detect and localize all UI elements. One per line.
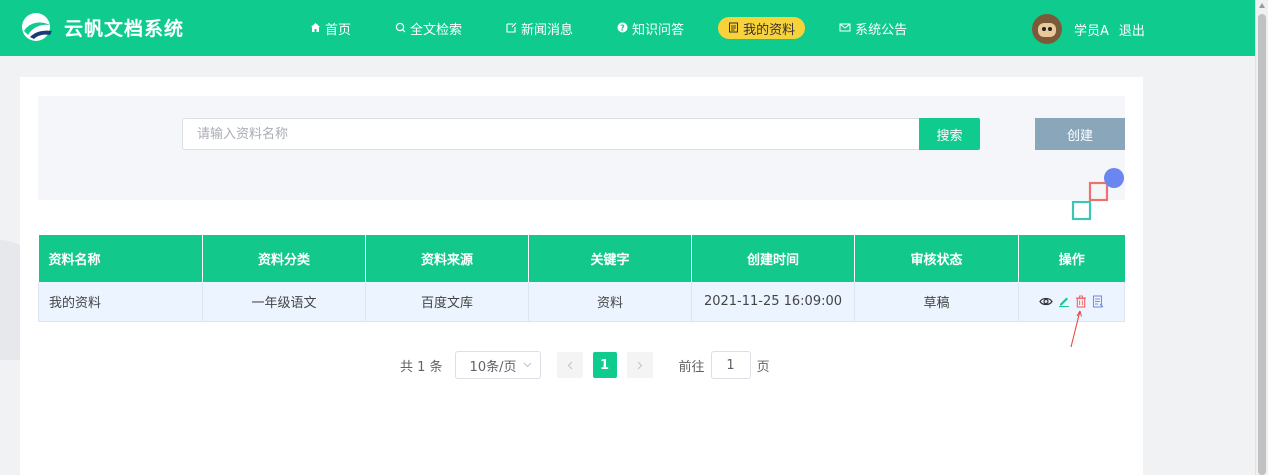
table-row: 我的资料 一年级语文 百度文库 资料 2021-11-25 16:09:00 草…	[38, 282, 1125, 322]
logo: 云帆文档系统	[20, 11, 184, 43]
prev-page-button[interactable]	[556, 352, 583, 378]
col-source-header: 资料来源	[365, 235, 529, 282]
cell-created: 2021-11-25 16:09:00	[691, 282, 855, 322]
edit-icon[interactable]	[1058, 295, 1070, 308]
search-input[interactable]	[182, 118, 920, 150]
col-keyword-header: 关键字	[528, 235, 692, 282]
materials-table: 资料名称 资料分类 资料来源 关键字 创建时间 审核状态 操作 我的资料 一年级…	[38, 235, 1125, 322]
col-created-header: 创建时间	[691, 235, 855, 282]
nav-news-label: 新闻消息	[521, 22, 574, 38]
cell-category: 一年级语文	[202, 282, 366, 322]
pagination-total: 共 1 条	[400, 359, 443, 375]
news-icon	[506, 22, 517, 35]
document-icon	[728, 22, 739, 35]
question-icon: ?	[617, 22, 628, 35]
nav-search-label: 全文检索	[410, 22, 463, 38]
nav-announcement[interactable]: 系统公告	[829, 17, 917, 39]
logout-link[interactable]: 退出	[1119, 20, 1145, 39]
detail-icon[interactable]	[1092, 295, 1104, 308]
nav-home[interactable]: 首页	[300, 17, 361, 39]
avatar[interactable]	[1032, 14, 1062, 44]
nav-news[interactable]: 新闻消息	[496, 17, 583, 39]
scroll-up-arrow-icon[interactable]	[1259, 3, 1265, 8]
col-category-header: 资料分类	[202, 235, 366, 282]
mail-icon	[839, 22, 851, 35]
nav-my-materials-label: 我的资料	[743, 22, 796, 38]
decorative-squares-icon	[1071, 168, 1124, 221]
search-panel: 搜索 创建	[38, 96, 1125, 200]
pagination: 共 1 条 10条/页 1 前往 页	[400, 351, 770, 379]
col-actions-header: 操作	[1018, 235, 1125, 282]
goto-label: 前往	[678, 359, 705, 375]
main-nav: 首页 全文检索 新闻消息 ? 知识问答 我的资料 系统公告	[300, 0, 941, 56]
goto-page-input[interactable]	[710, 351, 751, 379]
page-size-select[interactable]: 10条/页	[454, 351, 541, 379]
page-suffix: 页	[756, 359, 770, 375]
col-status-header: 审核状态	[854, 235, 1019, 282]
chevron-down-icon	[523, 360, 532, 371]
table-header-row: 资料名称 资料分类 资料来源 关键字 创建时间 审核状态 操作	[38, 235, 1125, 282]
col-name-header: 资料名称	[38, 235, 203, 282]
app-title: 云帆文档系统	[64, 17, 185, 40]
svg-text:?: ?	[620, 23, 625, 32]
view-icon[interactable]	[1039, 296, 1053, 307]
nav-home-label: 首页	[325, 22, 352, 38]
nav-announcement-label: 系统公告	[855, 22, 908, 38]
main-card: 搜索 创建 资料名称 资料分类 资料来源 关键字 创建时间 审核状态 操作 我的…	[20, 77, 1143, 475]
user-area: 学员A 退出	[1032, 14, 1145, 44]
page-number-current[interactable]: 1	[592, 352, 617, 378]
nav-my-materials[interactable]: 我的资料	[718, 17, 806, 39]
annotation-arrow-icon	[1070, 310, 1082, 348]
delete-icon[interactable]	[1075, 295, 1087, 308]
top-header: 云帆文档系统 首页 全文检索 新闻消息 ? 知识问答 我的资料 系统公告 学员A…	[0, 0, 1255, 56]
scroll-thumb[interactable]	[1258, 14, 1266, 475]
search-button[interactable]: 搜索	[919, 118, 980, 150]
nav-search[interactable]: 全文检索	[385, 17, 472, 39]
home-icon	[310, 22, 321, 35]
nav-qa[interactable]: ? 知识问答	[607, 17, 694, 39]
user-name[interactable]: 学员A	[1074, 20, 1109, 39]
cell-keyword: 资料	[528, 282, 692, 322]
create-button[interactable]: 创建	[1035, 118, 1125, 150]
logo-icon	[22, 13, 52, 41]
search-icon	[395, 22, 406, 35]
next-page-button[interactable]	[626, 352, 653, 378]
cell-status: 草稿	[854, 282, 1019, 322]
chevron-left-icon	[567, 361, 572, 369]
page-size-value: 10条/页	[469, 359, 517, 375]
chevron-right-icon	[637, 361, 642, 369]
cell-source: 百度文库	[365, 282, 529, 322]
page-scrollbar[interactable]	[1255, 0, 1268, 475]
nav-qa-label: 知识问答	[632, 22, 685, 38]
cell-name: 我的资料	[38, 282, 203, 322]
